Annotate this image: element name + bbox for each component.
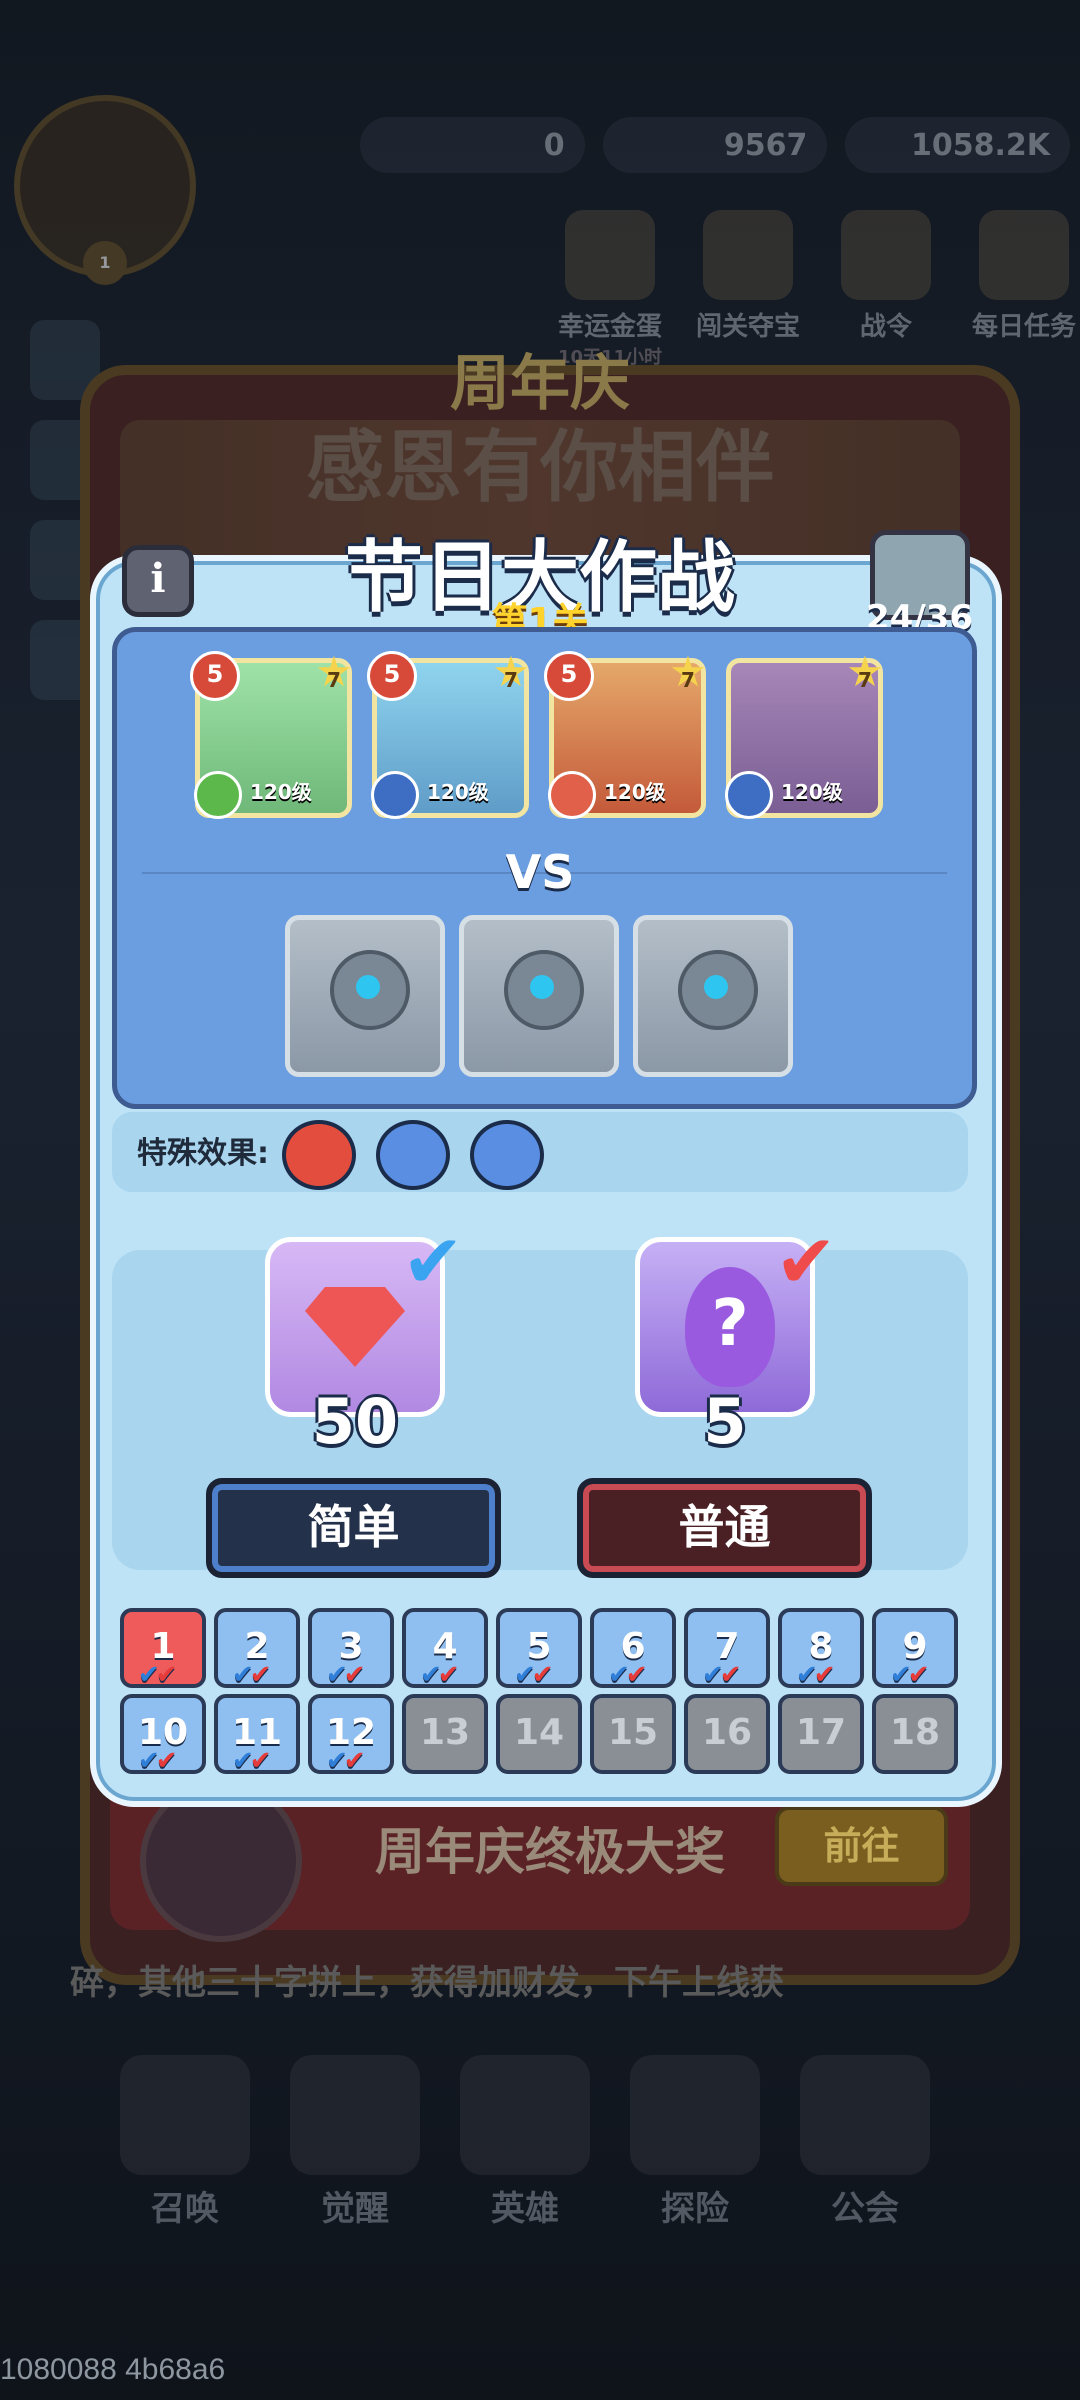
- robot-enemy-card[interactable]: [285, 915, 445, 1077]
- gold-resource: 1058.2K: [845, 117, 1071, 173]
- level-number: 13: [419, 1712, 471, 1753]
- completion-check-icon: ✔✔: [326, 1660, 366, 1690]
- level-15-button[interactable]: 15: [590, 1694, 676, 1774]
- guild-icon: [800, 2055, 930, 2175]
- crystal-resource: 9567: [602, 117, 828, 173]
- summon-icon: [120, 2055, 250, 2175]
- egg-reward-amount: 5: [703, 1385, 747, 1458]
- nav-awaken[interactable]: 觉醒: [290, 2055, 420, 2230]
- level-7-button[interactable]: 7 ✔✔: [684, 1608, 770, 1688]
- level-3-button[interactable]: 3 ✔✔: [308, 1608, 394, 1688]
- completion-check-icon: ✔✔: [326, 1746, 366, 1776]
- check-icon: ✔: [402, 1219, 465, 1305]
- special-effects-label: 特殊效果:: [137, 1136, 269, 1171]
- hero-team: 5 ★ 7 120级 5 ★ 7 120级 5 ★ 7 120级 ★ 7 120级: [190, 651, 884, 819]
- hero-icon: [460, 2055, 590, 2175]
- player-level: 1: [83, 241, 127, 285]
- level-9-button[interactable]: 9 ✔✔: [872, 1608, 958, 1688]
- nav-guild[interactable]: 公会: [800, 2055, 930, 2230]
- hero-level: 120级: [781, 780, 843, 804]
- rank-badge: 5: [544, 651, 594, 701]
- completion-check-icon: ✔✔: [890, 1660, 930, 1690]
- nav-summon[interactable]: 召唤: [120, 2055, 250, 2230]
- hero-card[interactable]: 5 ★ 7 120级: [367, 651, 530, 819]
- nav-heroes[interactable]: 英雄: [460, 2055, 590, 2230]
- level-number: 16: [701, 1712, 753, 1753]
- completion-check-icon: ✔✔: [232, 1660, 272, 1690]
- gear-robot-enemy-card[interactable]: [459, 915, 619, 1077]
- blue-face-icon[interactable]: [376, 1120, 450, 1190]
- level-number: 18: [889, 1712, 941, 1753]
- star-icon: ★ 7: [846, 647, 884, 696]
- level-17-button[interactable]: 17: [778, 1694, 864, 1774]
- completion-check-icon: ✔✔: [138, 1746, 178, 1776]
- level-16-button[interactable]: 16: [684, 1694, 770, 1774]
- hero-card[interactable]: 5 ★ 7 120级: [544, 651, 707, 819]
- water-element-icon: [371, 771, 419, 819]
- completion-check-icon: ✔✔: [420, 1660, 460, 1690]
- special-effects-icons: [282, 1120, 544, 1190]
- hero-level: 120级: [604, 780, 666, 804]
- player-avatar: 1: [14, 95, 196, 285]
- completion-check-icon: ✔✔: [796, 1660, 836, 1690]
- blue-face-icon[interactable]: [470, 1120, 544, 1190]
- level-10-button[interactable]: 10 ✔✔: [120, 1694, 206, 1774]
- completion-check-icon: ✔✔: [232, 1746, 272, 1776]
- devil-face-icon[interactable]: [282, 1120, 356, 1190]
- mystery-egg-icon: [685, 1267, 775, 1387]
- level-5-button[interactable]: 5 ✔✔: [496, 1608, 582, 1688]
- level-number: 15: [607, 1712, 659, 1753]
- enemy-team: [285, 915, 793, 1077]
- level-2-button[interactable]: 2 ✔✔: [214, 1608, 300, 1688]
- level-18-button[interactable]: 18: [872, 1694, 958, 1774]
- robot-enemy-card[interactable]: [633, 915, 793, 1077]
- gem-reward-amount: 50: [311, 1385, 399, 1458]
- normal-button[interactable]: 普通: [577, 1478, 872, 1578]
- vs-label: VS: [505, 845, 575, 899]
- completion-check-icon: ✔✔: [608, 1660, 648, 1690]
- rank-badge: 5: [367, 651, 417, 701]
- resource-bar: 0 9567 1058.2K: [360, 110, 1071, 180]
- nav-explore[interactable]: 探险: [630, 2055, 760, 2230]
- hero-card[interactable]: ★ 7 120级: [725, 651, 884, 819]
- star-icon: ★ 7: [669, 647, 707, 696]
- star-icon: ★ 7: [315, 647, 353, 696]
- rank-badge: 5: [190, 651, 240, 701]
- level-number: 17: [795, 1712, 847, 1753]
- hero-level: 120级: [250, 780, 312, 804]
- fire-element-icon: [548, 771, 596, 819]
- level-11-button[interactable]: 11 ✔✔: [214, 1694, 300, 1774]
- completion-check-icon: ✔✔: [514, 1660, 554, 1690]
- level-13-button[interactable]: 13: [402, 1694, 488, 1774]
- bottom-nav: 召唤 觉醒 英雄 探险 公会: [120, 2055, 930, 2230]
- water-element-icon: [725, 771, 773, 819]
- completion-check-icon: ✔✔: [702, 1660, 742, 1690]
- completion-check-icon: ✔✔: [138, 1660, 178, 1690]
- easy-button[interactable]: 简单: [206, 1478, 501, 1578]
- explore-icon: [630, 2055, 760, 2175]
- event-description: 碎，其他三十字拼上，获得加财发，下午上线获: [70, 1963, 784, 2003]
- level-grid: 1 ✔✔ 2 ✔✔ 3 ✔✔ 4 ✔✔ 5 ✔✔ 6 ✔✔ 7 ✔✔ 8 ✔✔ 9 ✔✔ 10 ✔✔ 11 ✔✔ 12 ✔✔ 1…: [120, 1608, 960, 1774]
- hero-card[interactable]: 5 ★ 7 120级: [190, 651, 353, 819]
- gem-icon: [305, 1287, 405, 1367]
- grand-prize-label: 周年庆终极大奖: [375, 1823, 725, 1881]
- awaken-icon: [290, 2055, 420, 2175]
- level-14-button[interactable]: 14: [496, 1694, 582, 1774]
- goto-button[interactable]: 前往: [775, 1806, 948, 1886]
- level-8-button[interactable]: 8 ✔✔: [778, 1608, 864, 1688]
- level-4-button[interactable]: 4 ✔✔: [402, 1608, 488, 1688]
- gem-resource: 0: [360, 117, 585, 173]
- level-1-button[interactable]: 1 ✔✔: [120, 1608, 206, 1688]
- debug-overlay: 1080088 4b68a6: [0, 2353, 226, 2386]
- nature-element-icon: [194, 771, 242, 819]
- check-icon: ✔: [775, 1219, 838, 1305]
- star-icon: ★ 7: [492, 647, 530, 696]
- level-number: 14: [513, 1712, 565, 1753]
- level-6-button[interactable]: 6 ✔✔: [590, 1608, 676, 1688]
- hero-level: 120级: [427, 780, 489, 804]
- event-subtitle: 感恩有你相伴: [305, 423, 774, 513]
- level-12-button[interactable]: 12 ✔✔: [308, 1694, 394, 1774]
